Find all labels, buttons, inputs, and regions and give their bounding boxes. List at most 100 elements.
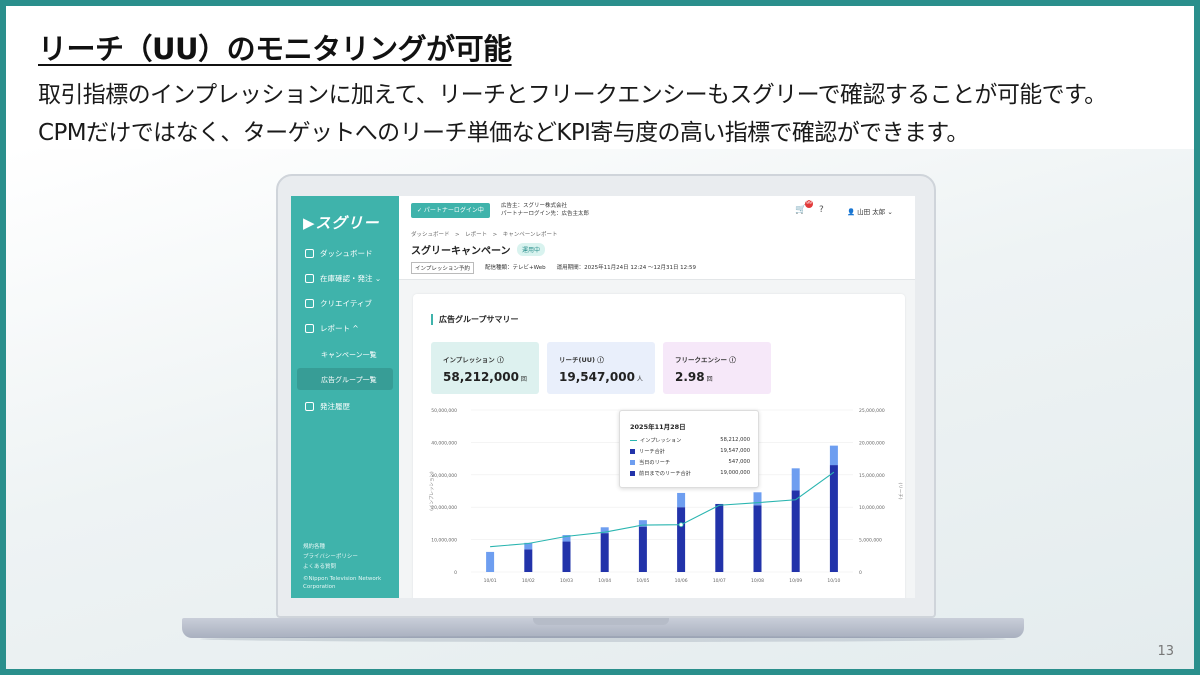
sidebar-item-label: レポート ^ bbox=[320, 324, 359, 333]
partner-login-badge[interactable]: ✓ パートナーログイン中 bbox=[411, 203, 490, 218]
bar-prior-reach bbox=[715, 503, 724, 572]
tooltip-label: リーチ合計 bbox=[639, 449, 665, 455]
kpi-reach: リーチ(UU) ⓘ 19,547,000 人 bbox=[547, 342, 655, 394]
app-logo[interactable]: ▶スグリー bbox=[303, 212, 380, 233]
tooltip-row: 前日までのリーチ合計 19,000,000 bbox=[630, 470, 750, 477]
kpi-value: 58,212,000 回 bbox=[443, 370, 527, 384]
header: ✓ パートナーログイン中 広告主：スグリー株式会社 パートナーログイン先：広告主… bbox=[399, 196, 915, 280]
summary-title: 広告グループサマリー bbox=[431, 314, 519, 325]
sidebar-item-report[interactable]: レポート ^ bbox=[305, 323, 359, 334]
user-name: 山田 太郎 bbox=[857, 208, 886, 216]
sidebar-subitem-campaign-list[interactable]: キャンペーン一覧 bbox=[321, 350, 377, 360]
y-right-axis-label: (リーチ) bbox=[897, 482, 903, 499]
sidebar-item-order-history[interactable]: 発注履歴 bbox=[305, 401, 350, 412]
footer-link-terms[interactable]: 規約各種 bbox=[303, 542, 325, 550]
sidebar-item-creative[interactable]: クリエイティブ bbox=[305, 298, 372, 309]
x-tick-label: 10/07 bbox=[713, 578, 726, 584]
footer-link-privacy[interactable]: プライバシーポリシー bbox=[303, 552, 358, 560]
list-icon bbox=[305, 274, 314, 283]
tooltip-value: 19,000,000 bbox=[720, 470, 750, 476]
y-right-tick-label: 5,000,000 bbox=[859, 538, 882, 544]
status-badge: 運用中 bbox=[517, 243, 546, 256]
y-right-tick-label: 25,000,000 bbox=[859, 408, 885, 414]
sidebar: ▶スグリー ダッシュボード 在庫確認・発注 ⌄ クリエイティブ レポート ^ キ… bbox=[291, 196, 399, 598]
user-icon: 👤 bbox=[847, 208, 858, 216]
sidebar-item-dashboard[interactable]: ダッシュボード bbox=[305, 248, 373, 259]
sidebar-subitem-adgroup-list[interactable]: 広告グループ一覧 bbox=[321, 375, 377, 385]
summary-card: 広告グループサマリー インプレッション ⓘ 58,212,000 回 リーチ(UU… bbox=[413, 294, 905, 598]
advertiser-name: 広告主：スグリー株式会社 bbox=[501, 203, 568, 209]
tooltip-row: 当日のリーチ 547,000 bbox=[630, 459, 750, 466]
user-menu[interactable]: 👤 山田 太郎 ⌄ bbox=[847, 206, 893, 216]
y-right-tick-label: 20,000,000 bbox=[859, 440, 885, 446]
y-left-tick-label: 40,000,000 bbox=[431, 440, 457, 446]
x-tick-label: 10/02 bbox=[522, 578, 535, 584]
hover-point bbox=[678, 522, 684, 528]
tooltip-value: 19,547,000 bbox=[720, 448, 750, 454]
slide-body-line-2: CPMだけではなく、ターゲットへのリーチ単価などKPI寄与度の高い指標で確認がで… bbox=[38, 120, 969, 146]
x-tick-label: 10/04 bbox=[598, 578, 611, 584]
y-right-tick-label: 15,000,000 bbox=[859, 473, 885, 479]
slide-body-line-1: 取引指標のインプレッションに加えて、リーチとフリークエンシーもスグリーで確認する… bbox=[38, 82, 1107, 108]
tooltip-label: 前日までのリーチ合計 bbox=[639, 471, 691, 477]
kpi-value: 2.98 回 bbox=[675, 370, 713, 384]
laptop-shadow bbox=[200, 636, 1006, 642]
tooltip-row: リーチ合計 19,547,000 bbox=[630, 448, 750, 455]
footer-link-faq[interactable]: よくある質問 bbox=[303, 562, 336, 570]
app-window: ▶スグリー ダッシュボード 在庫確認・発注 ⌄ クリエイティブ レポート ^ キ… bbox=[291, 196, 915, 598]
bar-prior-reach bbox=[600, 533, 609, 572]
sidebar-item-label: 発注履歴 bbox=[320, 402, 350, 411]
sidebar-item-label: ダッシュボード bbox=[320, 249, 373, 258]
tooltip-value: 58,212,000 bbox=[720, 437, 750, 443]
bar-daily-reach bbox=[677, 492, 686, 508]
document-icon bbox=[305, 402, 314, 411]
y-left-axis-label: (インプレッション) bbox=[429, 471, 435, 511]
x-tick-label: 10/03 bbox=[560, 578, 573, 584]
kpi-frequency: フリークエンシー ⓘ 2.98 回 bbox=[663, 342, 771, 394]
bar-prior-reach bbox=[677, 507, 686, 572]
y-left-tick-label: 10,000,000 bbox=[431, 538, 457, 544]
bar-prior-reach bbox=[562, 541, 571, 572]
footer-copyright-2: Corporation bbox=[303, 584, 336, 590]
kpi-label: フリークエンシー ⓘ bbox=[675, 356, 736, 364]
campaign-meta: 配信種類：テレビ+Web 運用期間：2025年11月24日 12:24 〜12月… bbox=[485, 265, 697, 271]
bar-daily-reach bbox=[486, 551, 495, 572]
grid-icon bbox=[305, 249, 314, 258]
partner-login-target: パートナーログイン先：広告主太郎 bbox=[501, 211, 590, 217]
bar-prior-reach bbox=[753, 505, 762, 572]
bar-prior-reach bbox=[638, 526, 647, 572]
tooltip-value: 547,000 bbox=[728, 459, 750, 465]
y-right-tick-label: 0 bbox=[859, 570, 862, 576]
sidebar-item-label: 在庫確認・発注 ⌄ bbox=[320, 274, 382, 283]
y-left-tick-label: 20,000,000 bbox=[431, 505, 457, 511]
slide-body: 取引指標のインプレッションに加えて、リーチとフリークエンシーもスグリーで確認する… bbox=[38, 76, 1107, 152]
x-tick-label: 10/09 bbox=[789, 578, 802, 584]
bar-prior-reach bbox=[791, 490, 800, 572]
slide-title: リーチ（UU）のモニタリングが可能 bbox=[38, 32, 512, 66]
cart-count-badge: 99 bbox=[805, 200, 813, 208]
bar-prior-reach bbox=[524, 549, 533, 572]
tooltip-label: 当日のリーチ bbox=[639, 460, 671, 466]
x-tick-label: 10/08 bbox=[751, 578, 764, 584]
x-tick-label: 10/10 bbox=[827, 578, 840, 584]
footer-copyright: ©Nippon Television Network bbox=[303, 576, 382, 582]
legend-swatch bbox=[630, 460, 635, 465]
chart-tooltip: 2025年11月28日 インプレッション 58,212,000 リーチ合計 19,54… bbox=[619, 410, 759, 488]
kpi-label: リーチ(UU) ⓘ bbox=[559, 356, 604, 364]
cart-icon[interactable]: 🛒 bbox=[795, 205, 806, 215]
chart-icon bbox=[305, 324, 314, 333]
sidebar-item-inventory[interactable]: 在庫確認・発注 ⌄ bbox=[305, 273, 381, 284]
kpi-impressions: インプレッション ⓘ 58,212,000 回 bbox=[431, 342, 539, 394]
tooltip-date: 2025年11月28日 bbox=[630, 423, 686, 431]
x-tick-label: 10/01 bbox=[484, 578, 497, 584]
x-tick-label: 10/06 bbox=[675, 578, 688, 584]
help-icon[interactable]: ? bbox=[819, 205, 824, 215]
bar-daily-reach bbox=[791, 468, 800, 491]
y-left-tick-label: 30,000,000 bbox=[431, 473, 457, 479]
tooltip-row: インプレッション 58,212,000 bbox=[630, 437, 750, 444]
advertiser-info: 広告主：スグリー株式会社 パートナーログイン先：広告主太郎 bbox=[501, 202, 589, 218]
tooltip-label: インプレッション bbox=[640, 438, 682, 444]
y-left-tick-label: 50,000,000 bbox=[431, 408, 457, 414]
breadcrumb[interactable]: ダッシュボード > レポート > キャンペーンレポート bbox=[411, 230, 557, 238]
kpi-value: 19,547,000 人 bbox=[559, 370, 643, 384]
